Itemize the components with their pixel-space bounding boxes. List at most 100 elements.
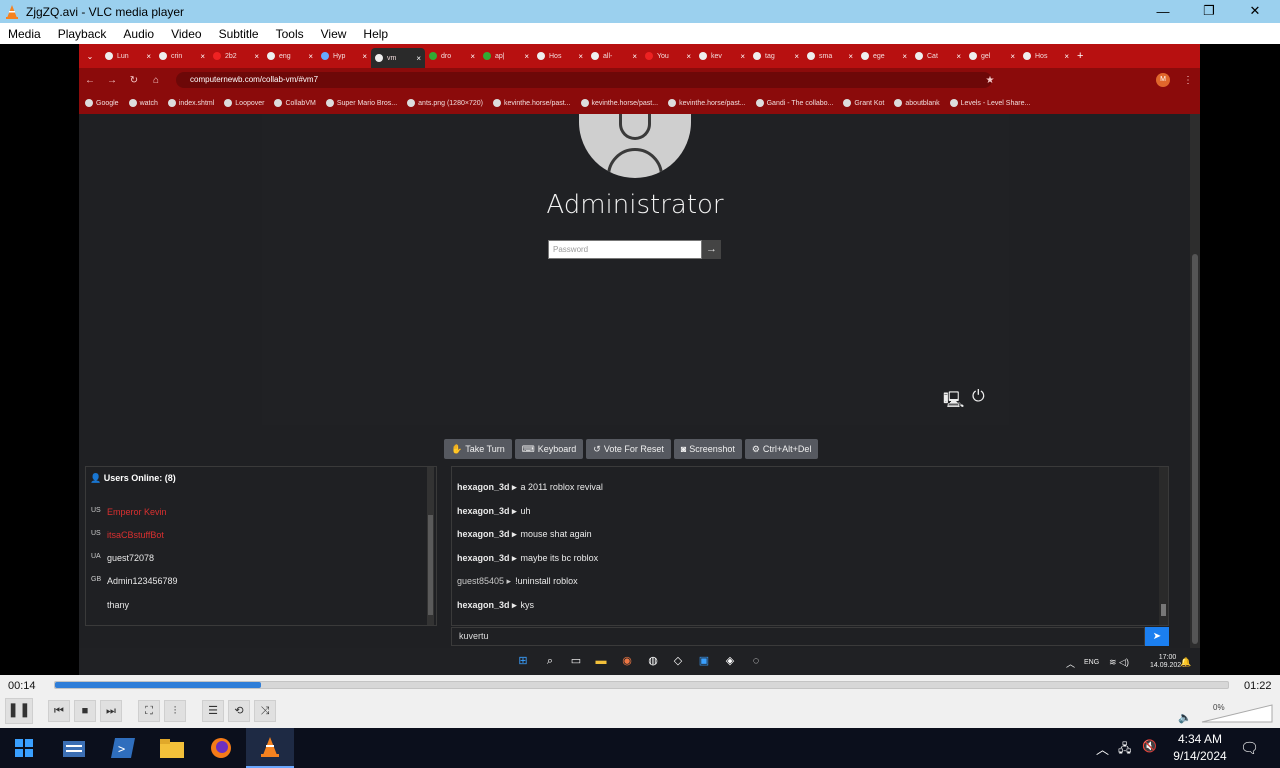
- menu-help[interactable]: Help: [355, 27, 397, 41]
- users-header: 👤 Users Online: (8): [90, 473, 176, 483]
- vm-app-icon: ◍: [648, 655, 658, 667]
- chat-message: guest85405 ▸ !uninstall roblox: [457, 576, 578, 586]
- page-scrollbar: [1190, 114, 1200, 648]
- bookmark-item: Grant Kot: [843, 99, 884, 107]
- ctrl-alt-del-button: ⚙ Ctrl+Alt+Del: [744, 439, 819, 459]
- browser-tab: Lun ×: [101, 47, 155, 65]
- menu-kebab-icon: ⋮: [1183, 74, 1193, 86]
- bookmark-item: Google: [85, 99, 119, 107]
- maximize-button[interactable]: ❐: [1186, 0, 1232, 22]
- bookmark-star-icon: ★: [985, 74, 995, 86]
- vlc-taskbar-icon[interactable]: [246, 728, 294, 768]
- vm-start-icon: ⊞: [518, 655, 528, 667]
- chat-message: hexagon_3d ▸ a 2011 roblox revival: [457, 482, 603, 492]
- browser-tab: Hos ×: [533, 47, 587, 65]
- menu-audio[interactable]: Audio: [115, 27, 163, 41]
- take-turn-button: ✋ Take Turn: [444, 439, 512, 459]
- window-title: ZjgZQ.avi - VLC media player: [26, 4, 185, 19]
- bookmark-item: kevinthe.horse/past...: [668, 99, 746, 107]
- speaker-icon[interactable]: 🔈: [1178, 711, 1192, 724]
- menu-view[interactable]: View: [313, 27, 356, 41]
- loop-button[interactable]: ⟲: [228, 700, 250, 722]
- password-field: Password: [548, 240, 702, 259]
- browser-tab: 2b2 ×: [209, 47, 263, 65]
- users-scrollbar: [427, 467, 434, 625]
- users-online-panel: 👤 Users Online: (8) US Emperor Kevin US it…: [85, 466, 437, 626]
- action-center-icon[interactable]: 🗨: [1240, 739, 1259, 757]
- vm-chrome-icon: ◉: [622, 655, 632, 667]
- browser-tab: kev ×: [695, 47, 749, 65]
- vm-notification-icon: 🔔: [1180, 657, 1192, 667]
- chat-panel: hexagon_3d ▸ a 2011 roblox revival hexago…: [451, 466, 1169, 626]
- pause-button[interactable]: ❚❚: [5, 698, 33, 724]
- seek-progress: [55, 682, 261, 688]
- vlc-cone-icon: [4, 4, 20, 20]
- next-button[interactable]: ⏭: [100, 700, 122, 722]
- bookmark-item: watch: [128, 99, 158, 107]
- url-field: computernewb.com/collab-vm/#vm7: [176, 72, 992, 88]
- vm-search-icon: ⌕: [546, 655, 554, 667]
- bookmark-item: ants.png (1280×720): [407, 99, 483, 107]
- browser-tab: Hyp ×: [317, 47, 371, 65]
- reload-icon: ↻: [129, 74, 139, 86]
- browser-tab: sma ×: [803, 47, 857, 65]
- vm-app-icon: ◈: [725, 655, 735, 667]
- browser-tab-strip: ⌄ Lun × crin × 2b2 × eng × Hyp × vm × dro × ap|…: [79, 44, 1200, 68]
- chat-message: hexagon_3d ▸ maybe its bc roblox: [457, 553, 599, 563]
- login-username: Administrator: [546, 190, 724, 220]
- firefox-icon[interactable]: [197, 728, 245, 768]
- power-icon: ⏻: [972, 388, 985, 405]
- browser-tab: eng ×: [263, 47, 317, 65]
- vm-explorer-icon: ▬: [595, 655, 607, 667]
- user-row: US Emperor Kevin: [91, 507, 167, 517]
- vm-wifi-icon: ≋ ◁): [1109, 657, 1129, 667]
- browser-tab: all- ×: [587, 47, 641, 65]
- previous-button[interactable]: ⏮: [48, 700, 70, 722]
- home-icon: ⌂: [152, 74, 160, 86]
- browser-tab: gel ×: [965, 47, 1019, 65]
- tab-search-icon: ⌄: [86, 51, 94, 61]
- browser-tab: tag ×: [749, 47, 803, 65]
- volume-mute-tray-icon[interactable]: 🔇: [1142, 739, 1157, 753]
- powershell-icon[interactable]: >: [99, 728, 147, 768]
- tray-chevron-icon[interactable]: ︿: [1096, 739, 1109, 758]
- volume-slider[interactable]: [1200, 703, 1274, 723]
- minimize-button[interactable]: —: [1140, 0, 1186, 22]
- menu-bar: Media Playback Audio Video Subtitle Tool…: [0, 23, 1280, 44]
- vote-reset-button: ↺ Vote For Reset: [586, 439, 671, 459]
- forward-icon: →: [107, 74, 117, 86]
- browser-address-bar: ← → ↻ ⌂ computernewb.com/collab-vm/#vm7 …: [79, 68, 1200, 92]
- browser-tab: dro ×: [425, 47, 479, 65]
- start-button[interactable]: [0, 728, 48, 768]
- playlist-button[interactable]: ☰: [202, 700, 224, 722]
- user-row: thany: [107, 600, 130, 610]
- menu-tools[interactable]: Tools: [268, 27, 313, 41]
- submit-arrow-icon: →: [702, 240, 721, 259]
- browser-tab: Hos ×: [1019, 47, 1073, 65]
- screenshot-button: ◙ Screenshot: [673, 439, 742, 459]
- stop-button[interactable]: ■: [74, 700, 96, 722]
- bookmark-item: Super Mario Bros...: [325, 99, 397, 107]
- host-clock[interactable]: 4:34 AM 9/14/2024: [1160, 731, 1240, 765]
- bookmark-item: kevinthe.horse/past...: [492, 99, 571, 107]
- close-button[interactable]: ✕: [1232, 0, 1278, 22]
- shuffle-button[interactable]: ⤨: [254, 700, 276, 722]
- menu-subtitle[interactable]: Subtitle: [211, 27, 268, 41]
- elapsed-time: 00:14: [8, 680, 36, 692]
- network-tray-icon[interactable]: 🖧: [1118, 739, 1131, 760]
- extended-settings-button[interactable]: ⫶: [164, 700, 186, 722]
- server-manager-icon[interactable]: [50, 728, 98, 768]
- browser-tab: crin ×: [155, 47, 209, 65]
- fullscreen-button[interactable]: ⛶: [138, 700, 160, 722]
- total-time: 01:22: [1244, 680, 1272, 692]
- menu-video[interactable]: Video: [163, 27, 210, 41]
- bookmark-item: index.shtml: [167, 99, 214, 107]
- svg-text:>: >: [118, 742, 125, 756]
- browser-tab: Cat ×: [911, 47, 965, 65]
- chat-input: kuvertu: [451, 627, 1145, 646]
- bookmark-item: CollabVM: [274, 99, 316, 107]
- menu-media[interactable]: Media: [0, 27, 50, 41]
- vm-tray-chevron-icon: ︿: [1066, 659, 1076, 669]
- file-explorer-icon[interactable]: [148, 728, 196, 768]
- menu-playback[interactable]: Playback: [50, 27, 116, 41]
